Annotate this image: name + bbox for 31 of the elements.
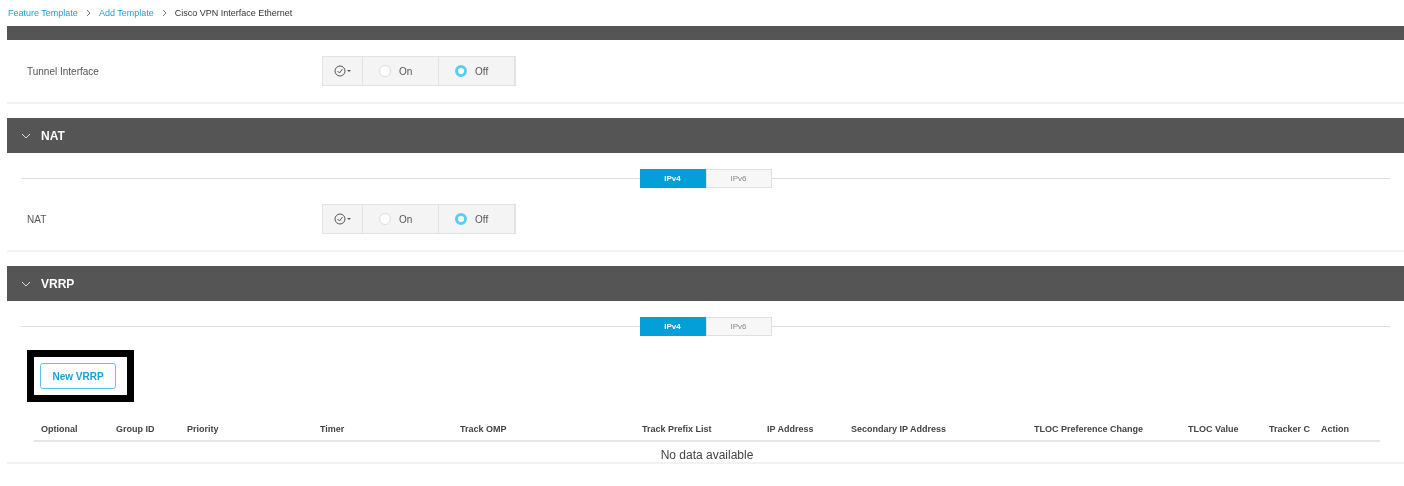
column-header: TLOC Value	[1188, 424, 1240, 434]
column-header: Priority	[187, 424, 220, 434]
breadcrumb-link[interactable]: Add Template	[98, 8, 154, 18]
breadcrumb-link[interactable]: Feature Template	[8, 8, 78, 18]
column-header: Group ID	[116, 424, 156, 434]
breadcrumb-current: Cisco VPN Interface Ethernet	[174, 8, 293, 18]
column-header: Optional	[41, 424, 79, 434]
ip-version-tab[interactable]: IPv6	[705, 169, 772, 188]
ip-version-tab[interactable]: IPv6	[705, 317, 772, 336]
column-header: Tracker C	[1269, 424, 1312, 434]
section-header[interactable]: VRRP	[7, 266, 1404, 301]
new-vrrp-button[interactable]: New VRRP	[40, 363, 116, 389]
field-label: NAT	[27, 213, 48, 225]
chevron-right-icon	[85, 9, 91, 17]
chevron-icon	[21, 132, 31, 139]
column-header: IP Address	[767, 424, 815, 434]
column-header: Track OMP	[460, 424, 508, 434]
ip-version-tab[interactable]: IPv4	[639, 169, 706, 188]
column-header: TLOC Preference Change	[1034, 424, 1145, 434]
empty-message: No data available	[660, 448, 754, 462]
ip-version-tab[interactable]: IPv4	[639, 317, 706, 336]
column-header: Track Prefix List	[642, 424, 713, 434]
field-label: Tunnel Interface	[27, 65, 100, 77]
check-circle-dropdown-icon	[333, 213, 352, 225]
column-header: Timer	[320, 424, 346, 434]
column-header: Action	[1321, 424, 1350, 434]
chevron-icon	[21, 280, 31, 287]
section-header[interactable]: NAT	[7, 118, 1404, 153]
column-header: Secondary IP Address	[851, 424, 948, 434]
check-circle-dropdown-icon	[333, 65, 352, 77]
chevron-right-icon	[161, 9, 167, 17]
